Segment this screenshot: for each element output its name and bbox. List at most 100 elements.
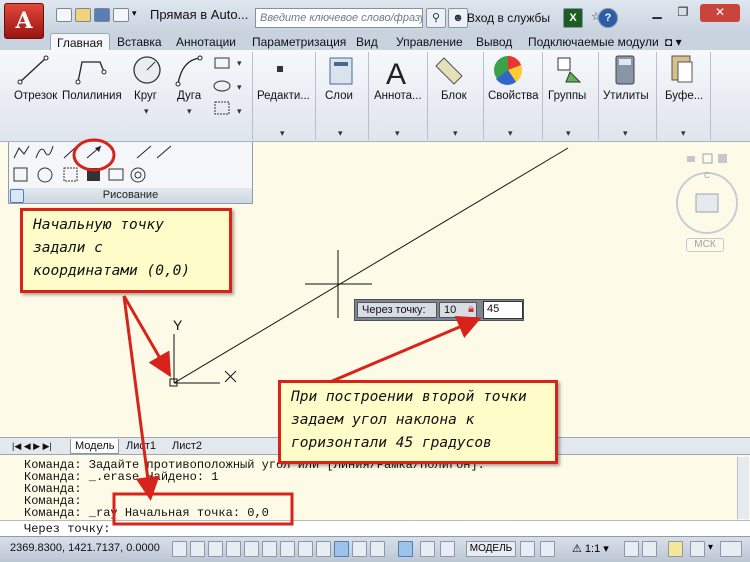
status-menu-icon[interactable]: ▾	[708, 542, 713, 553]
tab-parametric[interactable]: Параметризация	[246, 33, 352, 51]
rect-dropdown-icon[interactable]: ▾	[237, 58, 242, 69]
exchange-icon[interactable]: X	[563, 8, 583, 28]
clean-screen-icon[interactable]	[720, 541, 742, 557]
title-bar: A ▾ Прямая в Auto... Введите ключевое сл…	[0, 0, 750, 39]
lineweight-icon[interactable]	[352, 541, 367, 557]
signin-button[interactable]: Вход в службы	[467, 11, 550, 25]
callout-start-point: Начальную точку задали с координатами (0…	[20, 208, 232, 293]
print-icon[interactable]	[113, 8, 129, 22]
ucs-menu-button[interactable]: МСК	[686, 238, 724, 252]
draw-panel-title[interactable]: Рисование	[9, 188, 252, 203]
dynamic-input-tooltip: Через точку: 10 🔒︎ 45	[354, 299, 524, 321]
groups-expand-icon[interactable]: ▾	[566, 128, 571, 139]
hatch-dropdown-icon[interactable]: ▾	[237, 106, 242, 117]
close-icon[interactable]: ✕	[700, 4, 740, 22]
isolate-objects-icon[interactable]	[690, 541, 705, 557]
tab-layout1[interactable]: Лист1	[122, 439, 160, 454]
panel-block[interactable]: Блок	[441, 90, 467, 102]
clipboard-expand-icon[interactable]: ▾	[681, 128, 686, 139]
panel-properties[interactable]: Свойства	[488, 90, 539, 102]
tab-output[interactable]: Вывод	[470, 33, 518, 51]
draw-panel-expanded: Рисование	[8, 142, 253, 204]
panel-modify[interactable]: Редакти...	[257, 90, 310, 102]
osnap-icon[interactable]	[262, 541, 277, 557]
tab-model[interactable]: Модель	[70, 439, 120, 454]
workspace-switch-icon[interactable]	[642, 541, 657, 557]
line-tool-button[interactable]: Отрезок	[14, 90, 57, 102]
panel-utilities[interactable]: Утилиты	[603, 90, 649, 102]
tab-nav-arrows[interactable]: |◀ ◀ ▶ ▶|	[8, 439, 56, 454]
new-file-icon[interactable]	[56, 8, 72, 22]
modify-expand-icon[interactable]: ▾	[280, 128, 285, 139]
svg-text:A: A	[386, 58, 406, 91]
block-expand-icon[interactable]: ▾	[453, 128, 458, 139]
annotation-expand-icon[interactable]: ▾	[395, 128, 400, 139]
circle-tool-button[interactable]: Круг	[134, 90, 157, 102]
tab-annotate[interactable]: Аннотации	[170, 33, 242, 51]
lock-ui-icon[interactable]	[668, 541, 683, 557]
polyline-tool-button[interactable]: Полилиния	[62, 90, 122, 102]
annotation-scale-button[interactable]: ⚠ 1:1 ▾	[572, 542, 609, 555]
coordinate-readout[interactable]: 2369.8300, 1421.7137, 0.0000	[10, 542, 160, 554]
layers-expand-icon[interactable]: ▾	[338, 128, 343, 139]
command-prompt-input[interactable]: Через точку:	[0, 520, 750, 536]
save-icon[interactable]	[94, 8, 110, 22]
selection-cycling-icon[interactable]	[420, 541, 435, 557]
model-space-button[interactable]: МОДЕЛЬ	[466, 541, 516, 557]
ortho-mode-icon[interactable]	[226, 541, 241, 557]
restore-icon[interactable]: ❐	[672, 4, 694, 22]
3d-osnap-icon[interactable]	[280, 541, 295, 557]
infer-constraints-icon[interactable]	[172, 541, 187, 557]
user-icon[interactable]: ☻	[448, 8, 468, 28]
viewport-window-controls[interactable]	[687, 153, 727, 164]
snap-mode-icon[interactable]	[190, 541, 205, 557]
panel-annotation[interactable]: Аннота...	[374, 90, 422, 102]
draw-panel-icons	[13, 145, 172, 183]
object-tracking-icon[interactable]	[298, 541, 313, 557]
polar-tracking-icon[interactable]	[244, 541, 259, 557]
open-folder-icon[interactable]	[75, 8, 91, 22]
search-input[interactable]: Введите ключевое слово/фразу	[255, 8, 423, 28]
window-title: Прямая в Auto...	[150, 7, 248, 22]
pin-panel-icon[interactable]	[10, 189, 24, 203]
svg-text:С: С	[704, 171, 710, 180]
viewcube[interactable]: С	[676, 171, 738, 234]
ducs-icon[interactable]	[316, 541, 331, 557]
quick-properties-icon[interactable]	[398, 541, 413, 557]
tab-plugins[interactable]: Подключаемые модули	[522, 33, 665, 51]
ribbon-tabs: Главная Вставка Аннотации Параметризация…	[0, 31, 750, 51]
tab-home[interactable]: Главная	[50, 33, 110, 51]
utilities-expand-icon[interactable]: ▾	[623, 128, 628, 139]
transparency-icon[interactable]	[370, 541, 385, 557]
quick-view-layouts-icon[interactable]	[520, 541, 535, 557]
dynamic-input-icon[interactable]	[334, 541, 349, 557]
command-scrollbar[interactable]	[737, 457, 749, 519]
arc-tool-button[interactable]: Дуга	[177, 90, 201, 102]
dynamic-input-distance[interactable]: 10 🔒︎	[439, 302, 477, 318]
panel-layers[interactable]: Слои	[325, 90, 353, 102]
quick-view-drawings-icon[interactable]	[540, 541, 555, 557]
application-menu-button[interactable]: A	[4, 3, 44, 39]
annotation-visibility-icon[interactable]	[624, 541, 639, 557]
circle-dropdown-icon[interactable]: ▾	[144, 106, 149, 117]
tab-manage[interactable]: Управление	[390, 33, 469, 51]
tab-view[interactable]: Вид	[350, 33, 384, 51]
callout-angle: При построении второй точки задаем угол …	[278, 380, 558, 464]
binoculars-icon[interactable]: ⚲	[426, 8, 446, 28]
tab-layout2[interactable]: Лист2	[168, 439, 206, 454]
panel-groups[interactable]: Группы	[548, 90, 586, 102]
command-line: Команда: Задайте противоположный угол ил…	[0, 454, 750, 536]
ribbon-options-icon[interactable]: ◘ ▾	[662, 33, 685, 51]
properties-expand-icon[interactable]: ▾	[508, 128, 513, 139]
help-icon[interactable]: ?	[598, 8, 618, 28]
ellipse-dropdown-icon[interactable]: ▾	[237, 82, 242, 93]
panel-clipboard[interactable]: Буфе...	[665, 90, 703, 102]
tab-insert[interactable]: Вставка	[111, 33, 168, 51]
quick-access-dropdown-icon[interactable]: ▾	[132, 8, 142, 22]
annotation-monitor-icon[interactable]	[440, 541, 455, 557]
arc-dropdown-icon[interactable]: ▾	[187, 106, 192, 117]
grid-display-icon[interactable]	[208, 541, 223, 557]
ucs-y-label: Y	[173, 317, 183, 333]
dynamic-input-angle[interactable]: 45	[483, 301, 523, 319]
minimize-icon[interactable]: ▁	[646, 4, 668, 22]
